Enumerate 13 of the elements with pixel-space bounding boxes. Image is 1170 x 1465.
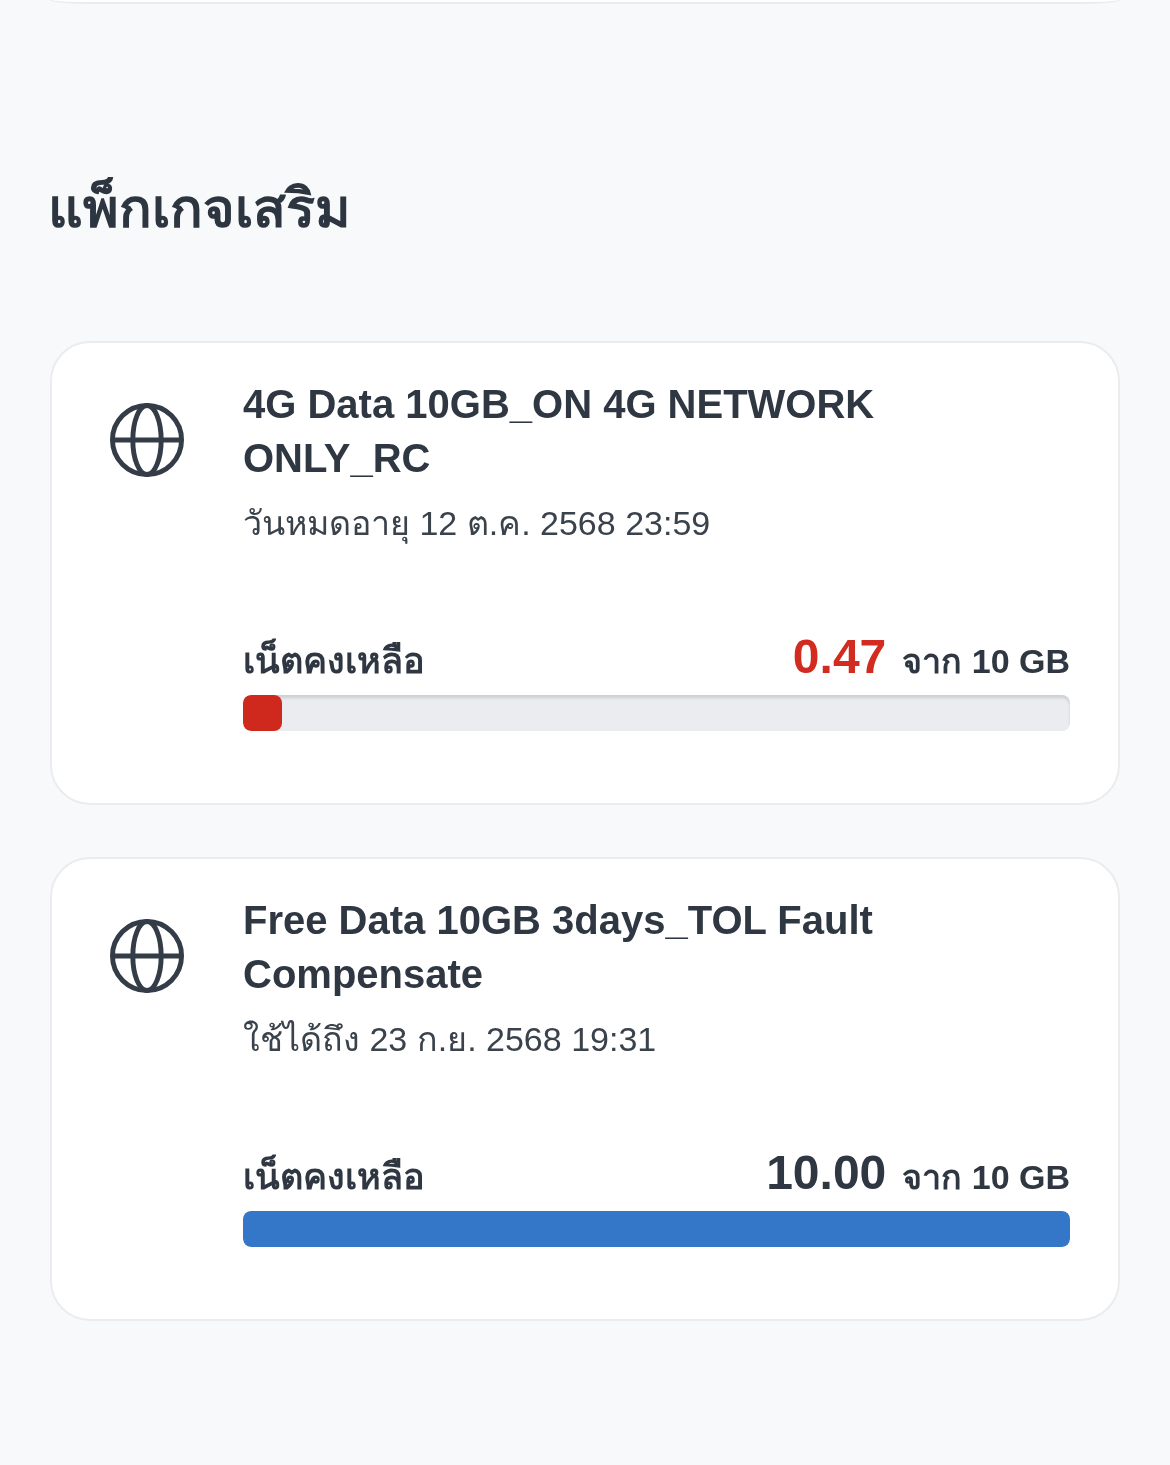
globe-icon (110, 403, 184, 477)
section-title: แพ็กเกจเสริม (48, 176, 351, 240)
package-name: 4G Data 10GB_ON 4G NETWORK ONLY_RC (243, 381, 876, 482)
globe-icon (110, 919, 184, 993)
package-name: Free Data 10GB 3days_TOL Fault Compensate (243, 897, 874, 998)
total-amount: จาก 10 GB (902, 1157, 1070, 1198)
remaining-label: เน็ตคงเหลือ (243, 637, 425, 683)
remaining-label: เน็ตคงเหลือ (243, 1153, 425, 1199)
expiry-date: วันหมดอายุ 12 ต.ค. 2568 23:59 (243, 503, 712, 546)
remaining-amount: 0.47 (792, 629, 887, 685)
remaining-amount: 10.00 (766, 1145, 887, 1201)
expiry-date: ใช้ได้ถึง 23 ก.ย. 2568 19:31 (243, 1019, 658, 1060)
total-amount: จาก 10 GB (902, 641, 1070, 682)
